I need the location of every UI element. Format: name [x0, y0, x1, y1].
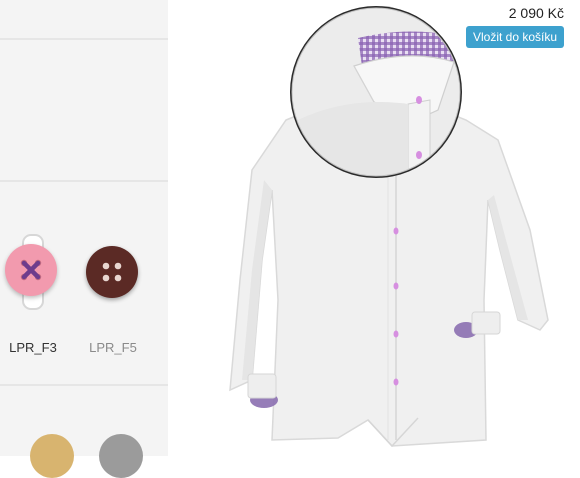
- button-option-lpr-f3[interactable]: [5, 244, 57, 296]
- color-swatch-gold[interactable]: [30, 434, 74, 478]
- button-option-label: LPR_F5: [89, 340, 137, 355]
- button-icon: [20, 259, 42, 281]
- color-swatch-gray[interactable]: [99, 434, 143, 478]
- button-icon: [102, 262, 122, 282]
- section-divider: [0, 384, 168, 386]
- button-option-lpr-f5[interactable]: [86, 246, 138, 298]
- section-divider: [0, 38, 168, 40]
- options-panel: LPR_F3 LPR_F5: [0, 0, 168, 478]
- button-option-label: LPR_F3: [9, 340, 57, 355]
- section-divider: [0, 180, 168, 182]
- shirt-preview-image: [229, 6, 549, 448]
